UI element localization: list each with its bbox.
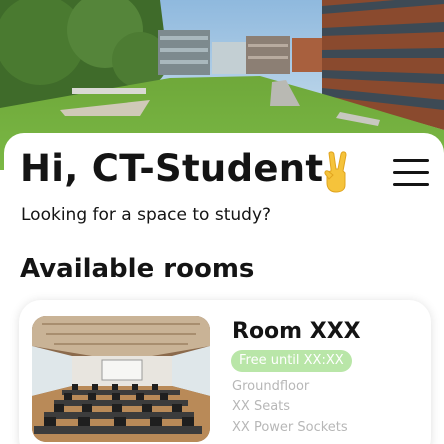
- room-power-sockets: XX Power Sockets: [232, 420, 348, 435]
- room-photo: [32, 316, 210, 442]
- menu-line-bottom: [393, 183, 429, 186]
- room-seats: XX Seats: [232, 399, 291, 414]
- menu-line-top: [393, 159, 429, 162]
- greeting-title: Hi, CT-Student: [20, 147, 324, 190]
- section-title-available-rooms: Available rooms: [20, 254, 255, 284]
- greeting-subtitle: Looking for a space to study?: [21, 205, 272, 225]
- room-card[interactable]: Room XXX Free until XX:XX Groundfloor XX…: [19, 300, 431, 444]
- room-name: Room XXX: [232, 319, 361, 344]
- menu-line-middle: [393, 171, 429, 174]
- victory-hand-icon: [319, 149, 359, 193]
- hamburger-menu-icon[interactable]: [389, 155, 433, 191]
- room-status-badge: Free until XX:XX: [231, 350, 352, 372]
- room-floor: Groundfloor: [232, 379, 310, 394]
